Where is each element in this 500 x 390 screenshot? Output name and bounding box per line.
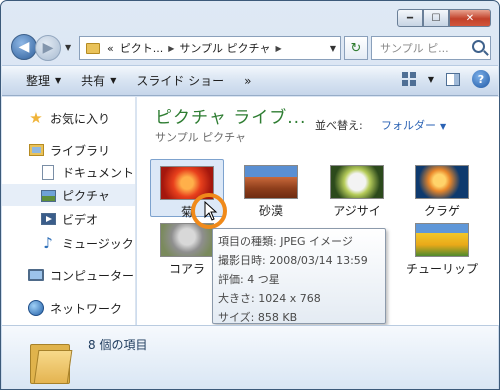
explorer-window: ━ ☐ ✕ ◀ ▶ ▼ « ピクト... ▶ サンプル ピクチャ ▶ ▼ ↻ サ…	[0, 0, 500, 390]
sidebar-item-label: ライブラリ	[50, 143, 111, 158]
tooltip-date: 撮影日時: 2008/03/14 13:59	[218, 254, 368, 267]
command-bar: 整理 ▼ 共有 ▼ スライド ショー » ▼ ?	[2, 65, 498, 96]
tooltip-rating: 評価: 4 つ星	[218, 273, 280, 286]
navigation-pane: ★ お気に入り ライブラリ ドキュメント ピクチャ ビデオ ♪ ミュージック コ…	[2, 97, 136, 325]
close-button[interactable]: ✕	[449, 9, 491, 27]
address-overflow[interactable]: «	[104, 42, 117, 55]
sidebar-item-computer[interactable]: コンピューター	[2, 264, 135, 286]
share-label: 共有	[81, 74, 106, 88]
computer-icon	[28, 267, 44, 283]
sidebar-item-network[interactable]: ネットワーク	[2, 297, 135, 319]
maximize-button[interactable]: ☐	[423, 9, 449, 27]
picture-icon	[40, 188, 56, 204]
star-icon: ★	[29, 109, 43, 127]
chevron-right-icon[interactable]: ▶	[166, 44, 176, 53]
minimize-button[interactable]: ━	[397, 9, 423, 27]
chevron-down-icon: ▼	[440, 122, 447, 131]
arrange-by-value: フォルダー	[381, 119, 436, 132]
slideshow-button[interactable]: スライド ショー	[126, 72, 234, 89]
video-icon	[40, 211, 56, 227]
more-label: »	[244, 73, 252, 88]
organize-menu[interactable]: 整理 ▼	[16, 72, 71, 89]
network-icon	[28, 300, 44, 316]
folder-icon	[86, 42, 100, 54]
help-icon[interactable]: ?	[472, 70, 490, 88]
address-segment-sample-pictures[interactable]: サンプル ピクチャ	[176, 40, 273, 56]
file-info-tooltip: 項目の種類: JPEG イメージ 撮影日時: 2008/03/14 13:59 …	[212, 228, 386, 324]
chevron-down-icon: ▼	[110, 76, 117, 85]
document-icon	[40, 164, 56, 180]
file-name: アジサイ	[333, 204, 381, 218]
file-name: チューリップ	[405, 262, 478, 276]
forward-arrow-icon: ▶	[42, 40, 54, 56]
sidebar-item-pictures[interactable]: ピクチャ	[2, 184, 135, 206]
sidebar-item-favorites[interactable]: ★ お気に入り	[2, 107, 135, 129]
search-placeholder: サンプル ピ...	[380, 42, 449, 55]
library-title: ピクチャ ライブ...	[155, 108, 307, 128]
back-arrow-icon: ◀	[18, 39, 30, 55]
sidebar-item-label: ドキュメント	[62, 165, 135, 180]
sidebar-item-documents[interactable]: ドキュメント	[2, 161, 135, 183]
address-dropdown[interactable]: ▼	[330, 44, 336, 53]
sidebar-item-label: ネットワーク	[50, 301, 123, 316]
sidebar-item-music[interactable]: ♪ ミュージック	[2, 232, 135, 254]
more-commands-button[interactable]: »	[234, 74, 261, 88]
file-item-jellyfish[interactable]: クラゲ	[405, 159, 479, 219]
sidebar-item-label: お気に入り	[50, 111, 111, 126]
thumbnail-image	[415, 165, 469, 199]
share-menu[interactable]: 共有 ▼	[71, 72, 126, 89]
thumbnail-image	[244, 165, 298, 199]
slideshow-label: スライド ショー	[136, 74, 225, 88]
file-item-hydrangea[interactable]: アジサイ	[320, 159, 394, 219]
file-item-desert[interactable]: 砂漠	[234, 159, 308, 219]
library-icon	[28, 142, 44, 158]
address-bar[interactable]: « ピクト... ▶ サンプル ピクチャ ▶ ▼	[79, 36, 341, 60]
refresh-button[interactable]: ↻	[344, 36, 368, 60]
toolbar-right: ▼ ?	[401, 70, 490, 88]
recent-pages-dropdown[interactable]: ▼	[65, 43, 71, 52]
arrange-by-dropdown[interactable]: フォルダー ▼	[381, 117, 446, 133]
preview-pane-icon[interactable]	[446, 72, 460, 86]
file-item-tulips[interactable]: チューリップ	[405, 217, 479, 277]
refresh-icon: ↻	[350, 40, 362, 56]
sidebar-item-libraries[interactable]: ライブラリ	[2, 139, 135, 161]
sidebar-item-videos[interactable]: ビデオ	[2, 208, 135, 230]
thumbnail-image	[330, 165, 384, 199]
sidebar-item-label: コンピューター	[50, 268, 135, 283]
forward-button[interactable]: ▶	[35, 35, 61, 61]
file-name: 砂漠	[258, 204, 283, 218]
tooltip-type: 項目の種類: JPEG イメージ	[218, 235, 353, 248]
view-dropdown-icon[interactable]: ▼	[428, 75, 434, 84]
search-input[interactable]: サンプル ピ...	[371, 36, 491, 60]
change-view-icon[interactable]	[401, 72, 416, 86]
navigation-bar: ◀ ▶ ▼ « ピクト... ▶ サンプル ピクチャ ▶ ▼ ↻ サンプル ピ.…	[11, 34, 491, 62]
address-segment-pictures[interactable]: ピクト...	[117, 40, 167, 56]
back-button[interactable]: ◀	[11, 34, 37, 60]
chevron-down-icon: ▼	[55, 76, 62, 85]
music-note-icon: ♪	[43, 234, 53, 252]
organize-label: 整理	[26, 74, 51, 88]
arrange-by-label: 並べ替え:	[315, 119, 363, 132]
details-pane: 8 個の項目	[2, 325, 498, 389]
folder-icon	[30, 338, 73, 384]
thumbnail-image	[415, 223, 469, 257]
sidebar-item-label: ミュージック	[62, 236, 134, 251]
library-subtitle: サンプル ピクチャ	[155, 131, 247, 144]
search-icon[interactable]	[472, 40, 485, 53]
sidebar-item-label: ビデオ	[62, 212, 99, 227]
sidebar-item-label: ピクチャ	[62, 189, 110, 203]
tooltip-dimensions: 大きさ: 1024 x 768	[218, 292, 321, 305]
item-count: 8 個の項目	[88, 338, 148, 352]
chevron-right-icon[interactable]: ▶	[273, 44, 283, 53]
caption-buttons: ━ ☐ ✕	[397, 9, 491, 27]
